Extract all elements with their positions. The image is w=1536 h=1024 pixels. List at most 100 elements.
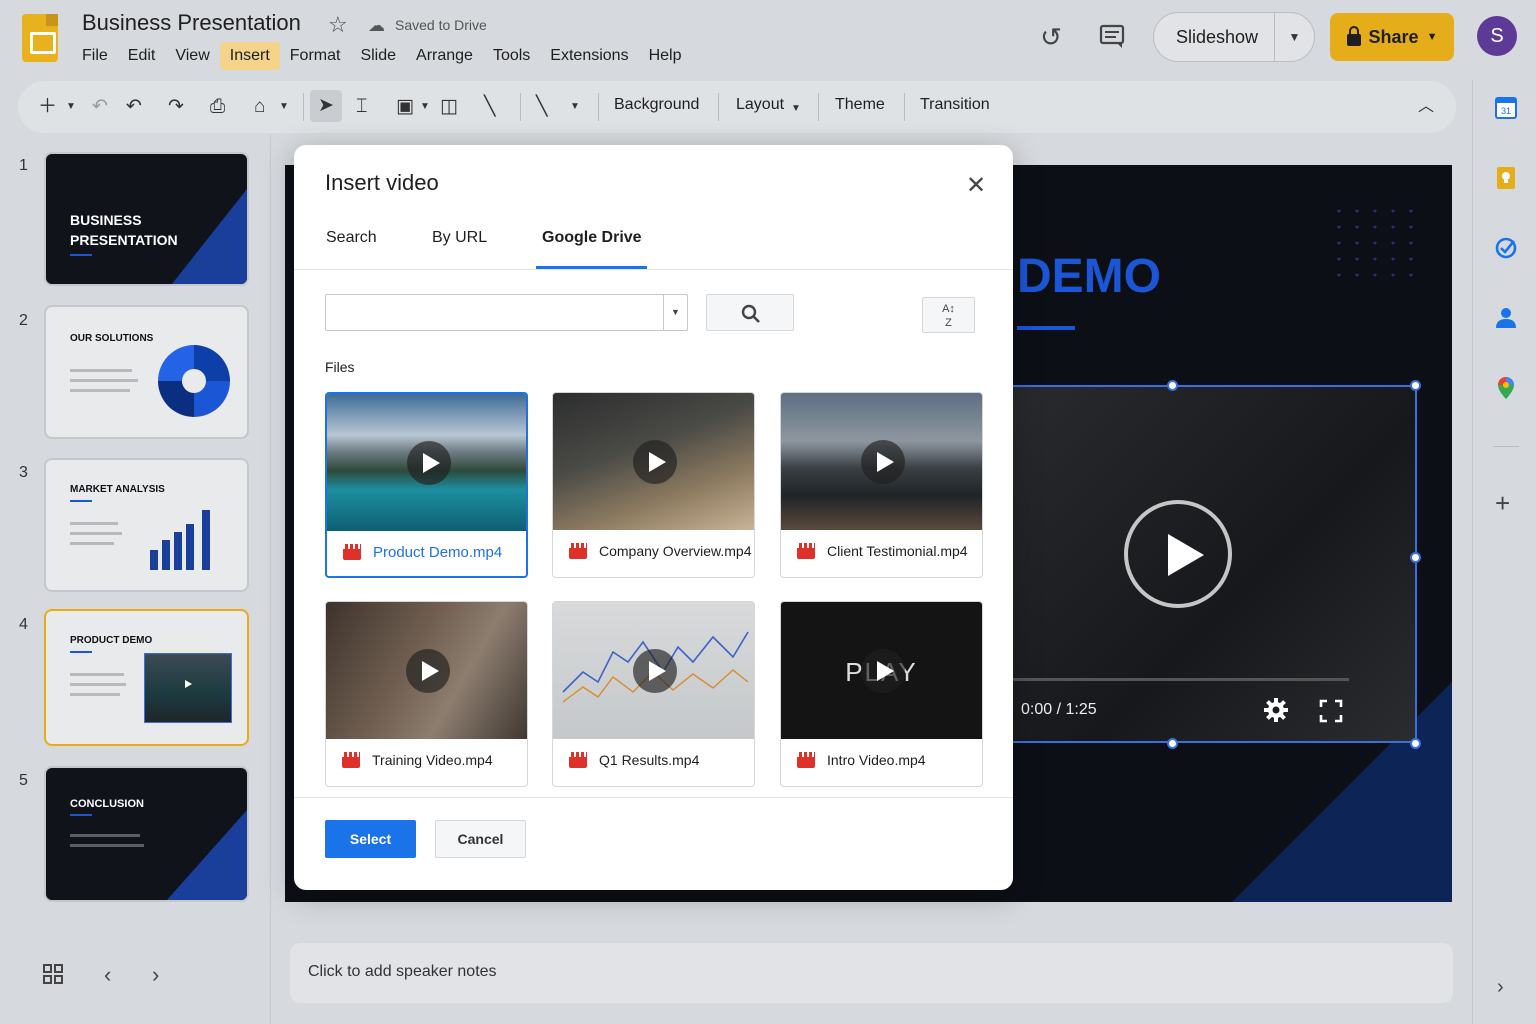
play-icon[interactable] [633,440,677,484]
document-title[interactable]: Business Presentation [82,10,301,36]
menu-tools[interactable]: Tools [483,42,540,70]
video-file-card[interactable]: Company Overview.mp4 [552,392,755,578]
star-icon[interactable]: ☆ [328,12,348,38]
paint-format-dropdown-icon[interactable]: ▼ [279,95,289,119]
layout-button[interactable]: Layout [736,96,784,114]
comment-icon[interactable] [1097,22,1127,52]
text-box-icon[interactable]: ⌶ [356,95,367,119]
video-progress-track[interactable] [967,678,1349,681]
play-icon[interactable] [861,440,905,484]
thumb-decoration [167,810,247,900]
chevron-left-icon[interactable]: ‹ [104,962,111,988]
fullscreen-icon[interactable] [1319,699,1343,723]
redo-icon[interactable]: ↷ [168,95,184,119]
menu-format[interactable]: Format [280,42,351,70]
tab-search[interactable]: Search [326,229,377,247]
play-icon[interactable] [407,441,451,485]
new-slide-icon[interactable]: ＋ [38,95,57,119]
resize-handle[interactable] [1410,380,1421,391]
calendar-icon[interactable]: 31 [1494,96,1518,120]
menu-view[interactable]: View [165,42,219,70]
line-icon[interactable]: ╲ [484,95,495,119]
avatar[interactable]: S [1477,16,1517,56]
menu-file[interactable]: File [72,42,118,70]
menu-edit[interactable]: Edit [118,42,166,70]
slide-thumbnail-5[interactable]: CONCLUSION [44,766,249,902]
tasks-icon[interactable] [1494,236,1518,260]
chevron-right-icon[interactable]: › [152,962,159,988]
theme-button[interactable]: Theme [835,96,885,114]
close-icon[interactable]: ✕ [966,171,986,200]
sort-icon[interactable]: A↕ Z [922,297,975,333]
line-style-dropdown-icon[interactable]: ▼ [570,95,580,119]
image-icon[interactable]: ▣ [396,95,414,119]
thumb-text-line [70,693,120,696]
menu-slide[interactable]: Slide [350,42,406,70]
search-menus-icon[interactable]: ↶ [92,95,108,119]
slide-thumbnail-1[interactable]: BUSINESS PRESENTATION [44,152,249,286]
search-input[interactable]: ▼ [325,294,688,331]
chevron-right-icon[interactable]: › [1497,976,1504,999]
plus-icon[interactable]: + [1495,488,1510,519]
play-icon[interactable] [406,649,450,693]
menu-help[interactable]: Help [639,42,692,70]
share-button[interactable]: Share ▼ [1330,13,1454,61]
video-file-card[interactable]: Q1 Results.mp4 [552,601,755,787]
resize-handle[interactable] [1167,738,1178,749]
undo-icon[interactable]: ↶ [126,95,142,119]
keep-icon[interactable] [1494,166,1518,190]
search-button[interactable] [706,294,794,331]
search-dropdown-icon[interactable]: ▼ [663,295,687,330]
menu-extensions[interactable]: Extensions [540,42,638,70]
slide-title-accent [1017,326,1075,330]
grid-view-icon[interactable] [42,963,64,985]
play-icon[interactable] [633,649,677,693]
contacts-icon[interactable] [1494,306,1518,330]
thumb-text-line [70,834,140,837]
slideshow-button[interactable]: Slideshow [1154,27,1274,48]
thumb-bar [162,540,170,570]
menu-arrange[interactable]: Arrange [406,42,483,70]
svg-text:31: 31 [1501,106,1511,116]
select-cursor-icon[interactable]: ➤ [310,90,342,122]
transition-button[interactable]: Transition [920,96,990,114]
slide-thumbnail-2[interactable]: OUR SOLUTIONS [44,305,249,439]
background-button[interactable]: Background [614,96,699,114]
layout-dropdown-icon[interactable]: ▼ [791,97,801,121]
speaker-notes[interactable]: Click to add speaker notes [290,943,1453,1003]
video-file-card[interactable]: PLAY Intro Video.mp4 [780,601,983,787]
tabs-divider [294,269,1013,270]
play-icon[interactable] [1124,500,1232,608]
play-icon[interactable] [861,649,905,693]
tab-google-drive[interactable]: Google Drive [542,229,642,247]
resize-handle[interactable] [1167,380,1178,391]
embedded-video[interactable]: 0:00 / 1:25 [965,385,1417,743]
resize-handle[interactable] [1410,738,1421,749]
video-file-card[interactable]: Product Demo.mp4 [325,392,528,578]
print-icon[interactable]: ⎙ [210,95,225,119]
video-file-card[interactable]: Training Video.mp4 [325,601,528,787]
thumb-bar [174,532,182,570]
cancel-button[interactable]: Cancel [435,820,526,858]
slide-thumbnail-3[interactable]: MARKET ANALYSIS [44,458,249,592]
slide-thumbnail-4[interactable]: PRODUCT DEMO [44,609,249,746]
line-style-icon[interactable]: ╲ [536,95,547,119]
paint-format-icon[interactable]: ⌂ [254,95,265,119]
select-button[interactable]: Select [325,820,416,858]
tab-by-url[interactable]: By URL [432,229,487,247]
shape-icon[interactable]: ◫ [440,95,458,119]
toolbar-divider [520,93,521,121]
image-dropdown-icon[interactable]: ▼ [420,95,430,119]
new-slide-dropdown-icon[interactable]: ▼ [66,95,76,119]
slide-title[interactable]: DEMO [1017,249,1161,304]
history-icon[interactable]: ↺ [1036,22,1066,52]
resize-handle[interactable] [1410,552,1421,563]
maps-icon[interactable] [1494,376,1518,400]
speaker-notes-placeholder: Click to add speaker notes [308,963,497,980]
settings-icon[interactable] [1263,697,1289,723]
slides-logo-icon[interactable] [22,14,58,62]
menu-insert[interactable]: Insert [219,42,280,70]
video-file-card[interactable]: Client Testimonial.mp4 [780,392,983,578]
slideshow-dropdown-icon[interactable]: ▼ [1275,30,1314,44]
collapse-toolbar-icon[interactable]: ︿ [1418,95,1434,119]
